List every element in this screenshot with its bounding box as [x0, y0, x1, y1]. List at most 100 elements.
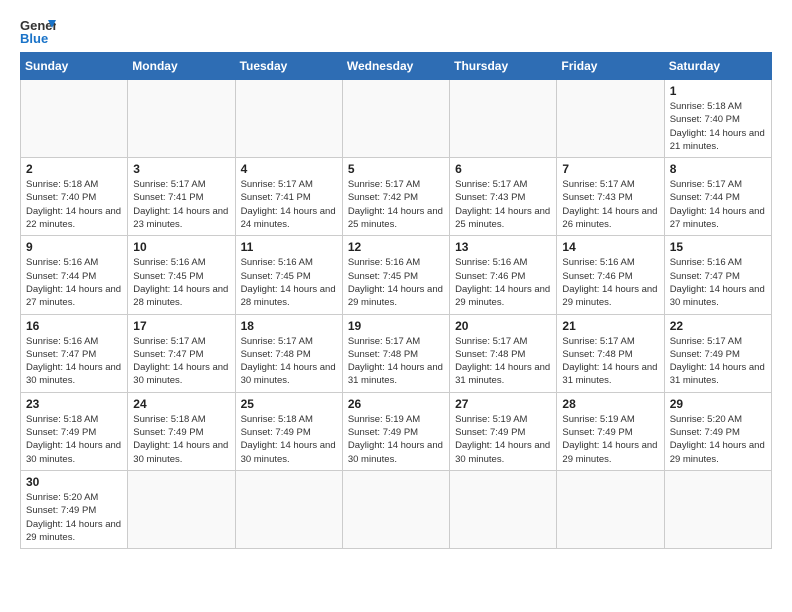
day-number: 26 — [348, 397, 444, 411]
day-info: Sunrise: 5:18 AM Sunset: 7:49 PM Dayligh… — [26, 413, 122, 466]
calendar-cell: 6 Sunrise: 5:17 AM Sunset: 7:43 PM Daylig… — [450, 158, 557, 236]
calendar-cell: 4 Sunrise: 5:17 AM Sunset: 7:41 PM Daylig… — [235, 158, 342, 236]
day-info: Sunrise: 5:17 AM Sunset: 7:42 PM Dayligh… — [348, 178, 444, 231]
calendar-cell: 23 Sunrise: 5:18 AM Sunset: 7:49 PM Dayli… — [21, 392, 128, 470]
day-info: Sunrise: 5:16 AM Sunset: 7:45 PM Dayligh… — [348, 256, 444, 309]
calendar-cell — [557, 470, 664, 548]
day-number: 14 — [562, 240, 658, 254]
calendar-cell: 19Sunrise: 5:17 AM Sunset: 7:48 PM Dayli… — [342, 314, 449, 392]
page-header: General Blue — [20, 16, 772, 46]
calendar-cell: 14Sunrise: 5:16 AM Sunset: 7:46 PM Dayli… — [557, 236, 664, 314]
calendar-week-row: 9 Sunrise: 5:16 AM Sunset: 7:44 PM Daylig… — [21, 236, 772, 314]
day-number: 6 — [455, 162, 551, 176]
day-number: 23 — [26, 397, 122, 411]
day-number: 2 — [26, 162, 122, 176]
day-info: Sunrise: 5:16 AM Sunset: 7:45 PM Dayligh… — [241, 256, 337, 309]
calendar-cell: 22 Sunrise: 5:17 AM Sunset: 7:49 PM Dayli… — [664, 314, 771, 392]
day-number: 8 — [670, 162, 766, 176]
calendar-cell — [664, 470, 771, 548]
day-number: 1 — [670, 84, 766, 98]
calendar-cell: 10 Sunrise: 5:16 AM Sunset: 7:45 PM Dayli… — [128, 236, 235, 314]
weekday-header-wednesday: Wednesday — [342, 53, 449, 80]
calendar-cell: 1 Sunrise: 5:18 AM Sunset: 7:40 PM Daylig… — [664, 80, 771, 158]
day-info: Sunrise: 5:16 AM Sunset: 7:45 PM Dayligh… — [133, 256, 229, 309]
day-info: Sunrise: 5:17 AM Sunset: 7:41 PM Dayligh… — [241, 178, 337, 231]
weekday-header-friday: Friday — [557, 53, 664, 80]
calendar-cell: 15 Sunrise: 5:16 AM Sunset: 7:47 PM Dayli… — [664, 236, 771, 314]
day-number: 22 — [670, 319, 766, 333]
calendar-cell: 24Sunrise: 5:18 AM Sunset: 7:49 PM Dayli… — [128, 392, 235, 470]
day-number: 4 — [241, 162, 337, 176]
calendar-cell: 18 Sunrise: 5:17 AM Sunset: 7:48 PM Dayli… — [235, 314, 342, 392]
calendar-week-row: 1 Sunrise: 5:18 AM Sunset: 7:40 PM Daylig… — [21, 80, 772, 158]
day-info: Sunrise: 5:19 AM Sunset: 7:49 PM Dayligh… — [348, 413, 444, 466]
day-number: 17 — [133, 319, 229, 333]
calendar-cell: 5 Sunrise: 5:17 AM Sunset: 7:42 PM Daylig… — [342, 158, 449, 236]
calendar-cell: 9 Sunrise: 5:16 AM Sunset: 7:44 PM Daylig… — [21, 236, 128, 314]
day-info: Sunrise: 5:17 AM Sunset: 7:48 PM Dayligh… — [455, 335, 551, 388]
day-info: Sunrise: 5:18 AM Sunset: 7:49 PM Dayligh… — [133, 413, 229, 466]
day-info: Sunrise: 5:17 AM Sunset: 7:48 PM Dayligh… — [562, 335, 658, 388]
day-number: 19 — [348, 319, 444, 333]
day-number: 9 — [26, 240, 122, 254]
weekday-header-monday: Monday — [128, 53, 235, 80]
calendar-cell — [235, 470, 342, 548]
day-number: 25 — [241, 397, 337, 411]
day-info: Sunrise: 5:20 AM Sunset: 7:49 PM Dayligh… — [26, 491, 122, 544]
day-info: Sunrise: 5:16 AM Sunset: 7:47 PM Dayligh… — [670, 256, 766, 309]
day-number: 3 — [133, 162, 229, 176]
day-info: Sunrise: 5:17 AM Sunset: 7:43 PM Dayligh… — [455, 178, 551, 231]
day-info: Sunrise: 5:19 AM Sunset: 7:49 PM Dayligh… — [455, 413, 551, 466]
calendar-cell — [128, 80, 235, 158]
weekday-header-row: SundayMondayTuesdayWednesdayThursdayFrid… — [21, 53, 772, 80]
logo-icon: General Blue — [20, 16, 56, 46]
day-info: Sunrise: 5:17 AM Sunset: 7:48 PM Dayligh… — [241, 335, 337, 388]
day-number: 11 — [241, 240, 337, 254]
day-number: 7 — [562, 162, 658, 176]
day-number: 20 — [455, 319, 551, 333]
day-info: Sunrise: 5:20 AM Sunset: 7:49 PM Dayligh… — [670, 413, 766, 466]
calendar-week-row: 16 Sunrise: 5:16 AM Sunset: 7:47 PM Dayli… — [21, 314, 772, 392]
calendar-cell — [342, 80, 449, 158]
calendar-table: SundayMondayTuesdayWednesdayThursdayFrid… — [20, 52, 772, 549]
weekday-header-sunday: Sunday — [21, 53, 128, 80]
day-info: Sunrise: 5:16 AM Sunset: 7:47 PM Dayligh… — [26, 335, 122, 388]
day-info: Sunrise: 5:18 AM Sunset: 7:49 PM Dayligh… — [241, 413, 337, 466]
weekday-header-saturday: Saturday — [664, 53, 771, 80]
day-number: 21 — [562, 319, 658, 333]
day-info: Sunrise: 5:18 AM Sunset: 7:40 PM Dayligh… — [670, 100, 766, 153]
day-number: 10 — [133, 240, 229, 254]
calendar-cell: 30Sunrise: 5:20 AM Sunset: 7:49 PM Dayli… — [21, 470, 128, 548]
svg-text:Blue: Blue — [20, 31, 48, 46]
day-info: Sunrise: 5:17 AM Sunset: 7:41 PM Dayligh… — [133, 178, 229, 231]
calendar-cell: 3 Sunrise: 5:17 AM Sunset: 7:41 PM Daylig… — [128, 158, 235, 236]
day-number: 16 — [26, 319, 122, 333]
day-number: 15 — [670, 240, 766, 254]
day-number: 13 — [455, 240, 551, 254]
day-number: 18 — [241, 319, 337, 333]
calendar-cell — [21, 80, 128, 158]
calendar-cell — [450, 80, 557, 158]
day-info: Sunrise: 5:17 AM Sunset: 7:44 PM Dayligh… — [670, 178, 766, 231]
day-number: 28 — [562, 397, 658, 411]
calendar-cell — [235, 80, 342, 158]
day-info: Sunrise: 5:16 AM Sunset: 7:46 PM Dayligh… — [455, 256, 551, 309]
calendar-cell: 26 Sunrise: 5:19 AM Sunset: 7:49 PM Dayli… — [342, 392, 449, 470]
calendar-cell: 13 Sunrise: 5:16 AM Sunset: 7:46 PM Dayli… — [450, 236, 557, 314]
calendar-cell: 16 Sunrise: 5:16 AM Sunset: 7:47 PM Dayli… — [21, 314, 128, 392]
calendar-cell: 29Sunrise: 5:20 AM Sunset: 7:49 PM Dayli… — [664, 392, 771, 470]
calendar-cell — [342, 470, 449, 548]
day-info: Sunrise: 5:17 AM Sunset: 7:49 PM Dayligh… — [670, 335, 766, 388]
calendar-cell: 28 Sunrise: 5:19 AM Sunset: 7:49 PM Dayli… — [557, 392, 664, 470]
calendar-cell: 7Sunrise: 5:17 AM Sunset: 7:43 PM Daylig… — [557, 158, 664, 236]
calendar-cell: 21 Sunrise: 5:17 AM Sunset: 7:48 PM Dayli… — [557, 314, 664, 392]
day-number: 5 — [348, 162, 444, 176]
calendar-cell: 17Sunrise: 5:17 AM Sunset: 7:47 PM Dayli… — [128, 314, 235, 392]
weekday-header-thursday: Thursday — [450, 53, 557, 80]
calendar-cell — [450, 470, 557, 548]
calendar-week-row: 2Sunrise: 5:18 AM Sunset: 7:40 PM Daylig… — [21, 158, 772, 236]
calendar-cell: 11 Sunrise: 5:16 AM Sunset: 7:45 PM Dayli… — [235, 236, 342, 314]
day-info: Sunrise: 5:16 AM Sunset: 7:44 PM Dayligh… — [26, 256, 122, 309]
day-info: Sunrise: 5:19 AM Sunset: 7:49 PM Dayligh… — [562, 413, 658, 466]
calendar-week-row: 23 Sunrise: 5:18 AM Sunset: 7:49 PM Dayli… — [21, 392, 772, 470]
